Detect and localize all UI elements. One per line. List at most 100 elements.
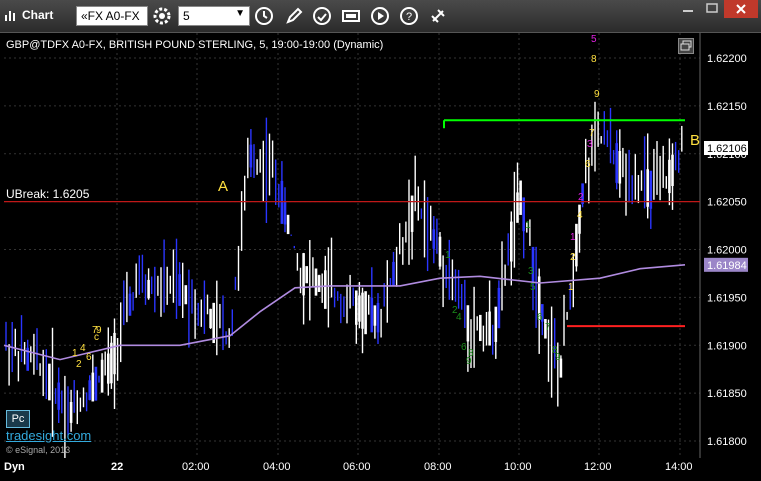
price-bar-body (516, 192, 519, 223)
setup-count-label: 9 (594, 89, 600, 100)
price-bar-body (649, 170, 653, 209)
price-bar-body (497, 287, 501, 329)
ubreak-label: UBreak: 1.6205 (6, 187, 90, 201)
price-tick-label: 1.61850 (707, 388, 747, 400)
price-tick-label: 1.62150 (707, 101, 747, 113)
price-bar-body (466, 305, 470, 342)
price-bar-body (100, 359, 104, 393)
price-bar-body (57, 382, 60, 410)
dyn-button[interactable]: Dyn (4, 461, 25, 473)
setup-count-label: 5 (530, 282, 536, 293)
price-bar-body (432, 229, 436, 249)
refresh-button[interactable] (311, 5, 333, 27)
symbol-input[interactable]: «FX A0-FX (76, 6, 148, 26)
time-tick-label: 22 (111, 461, 124, 473)
window-titlebar: Chart «FX A0-FX 5 ▼ ? (0, 0, 761, 33)
time-tick-label: 14:00 (665, 461, 693, 473)
price-bar-body (410, 195, 414, 232)
price-bar-body (494, 306, 498, 342)
time-button[interactable] (253, 5, 275, 27)
settings-icon (153, 7, 171, 25)
link-icon (431, 9, 445, 23)
pencil-icon (286, 7, 303, 24)
price-bar-body (438, 236, 442, 267)
play-icon (371, 7, 389, 25)
brand-watermark: tradesight.com (6, 428, 92, 443)
setup-count-label: 9 (555, 352, 561, 363)
setup-count-label: 3 (587, 139, 593, 150)
time-tick-label: 10:00 (504, 461, 532, 473)
setup-count-label: 1 (72, 348, 78, 359)
price-bar-body (113, 332, 116, 375)
setup-count-label: 6 (585, 159, 591, 170)
setup-count-label: 6 (537, 312, 543, 323)
pc-badge[interactable]: Pc (6, 410, 30, 428)
price-bar-body (370, 297, 374, 333)
setup-count-label: 1 (570, 232, 576, 243)
price-bar-body (209, 308, 212, 329)
maximize-icon (706, 3, 718, 13)
price-bar-body (305, 266, 308, 284)
setup-count-label: 2 (578, 192, 584, 203)
setup-count-label: 4 (577, 210, 583, 221)
price-tick-label: 1.62050 (707, 197, 747, 209)
price-bar-body (324, 270, 327, 309)
price-axis: 1.622001.621501.621001.620501.620001.619… (704, 53, 748, 448)
price-bar-body (479, 314, 482, 342)
annotation-b: B (690, 132, 701, 149)
setup-count-label: 8 (591, 54, 597, 65)
help-button[interactable]: ? (398, 5, 420, 27)
interval-select[interactable]: 5 ▼ (178, 6, 250, 26)
refresh-icon (313, 7, 331, 25)
price-bar-body (618, 150, 622, 184)
price-bar-body (392, 261, 395, 286)
price-bar-body (668, 159, 671, 194)
setup-count-label: 7 (545, 322, 551, 333)
chevron-down-icon: ▼ (235, 8, 245, 19)
time-tick-label: 08:00 (424, 461, 452, 473)
annotation-a: A (218, 178, 229, 195)
close-button[interactable] (724, 0, 758, 18)
setup-count-label: c (94, 332, 99, 343)
setup-count-label: 1 (445, 250, 451, 261)
price-bar-body (48, 363, 51, 401)
price-bar-body (212, 302, 215, 344)
price-bar-body (519, 180, 522, 215)
ma-price-label: 1.61984 (707, 260, 747, 272)
clock-icon (255, 7, 273, 25)
news-button[interactable] (340, 5, 362, 27)
price-bar-body (364, 291, 367, 335)
price-tick-label: 1.62000 (707, 245, 747, 257)
minimize-button[interactable] (676, 0, 700, 18)
price-bar-body (358, 295, 361, 322)
price-tick-label: 1.61950 (707, 292, 747, 304)
setup-count-label: 2 (570, 252, 576, 263)
price-bar-body (91, 372, 95, 402)
settings-button[interactable] (151, 5, 173, 27)
price-bar-body (314, 268, 318, 296)
chart-legend: GBP@TDFX A0-FX, BRITISH POUND STERLING, … (6, 39, 384, 51)
setup-count-label: 7 (589, 128, 595, 139)
price-bar-body (355, 290, 358, 325)
price-bar-body (69, 402, 73, 423)
price-bar-body (302, 253, 305, 296)
svg-text:?: ? (406, 11, 412, 23)
play-button[interactable] (369, 5, 391, 27)
price-bar-body (317, 275, 321, 292)
price-bar-body (110, 342, 113, 384)
link-button[interactable] (427, 5, 449, 27)
price-tick-label: 1.61900 (707, 340, 747, 352)
price-tick-label: 1.62200 (707, 53, 747, 65)
maximize-button[interactable] (700, 0, 724, 18)
setup-count-label: 3 (528, 266, 534, 277)
price-bar-body (376, 302, 380, 333)
setup-count-label: 2 (76, 359, 82, 370)
help-icon: ? (400, 7, 418, 25)
price-bar-body (488, 311, 491, 346)
panel-restore-button[interactable] (678, 38, 694, 54)
last-price-label: 1.62106 (707, 143, 747, 155)
copyright-text: © eSignal, 2013 (6, 445, 71, 455)
price-chart[interactable]: 5897362412179c41 621246891356789 1.622001… (0, 33, 761, 481)
time-tick-label: 04:00 (263, 461, 291, 473)
draw-button[interactable] (283, 5, 305, 27)
